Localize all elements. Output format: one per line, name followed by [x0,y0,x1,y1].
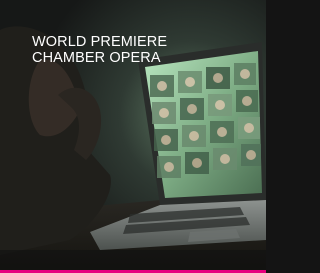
poster-headline: WORLD PREMIERE CHAMBER OPERA [32,34,167,66]
headline-line-1: WORLD PREMIERE [32,34,168,50]
headline-line-2: CHAMBER OPERA [32,50,161,66]
poster-card[interactable]: WORLD PREMIERE CHAMBER OPERA [0,0,266,273]
